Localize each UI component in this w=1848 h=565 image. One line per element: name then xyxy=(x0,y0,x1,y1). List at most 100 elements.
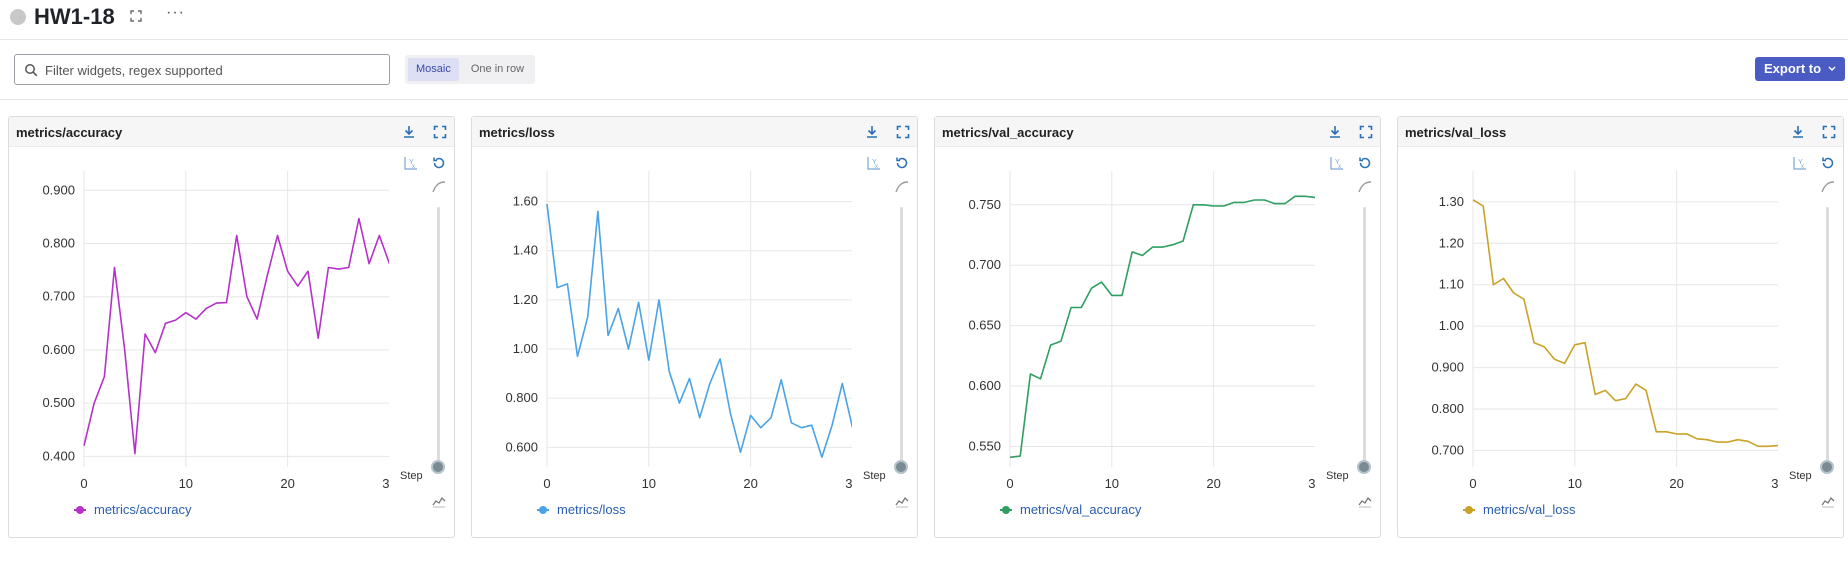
log-scale-icon[interactable]: Yx xyxy=(866,155,882,171)
data-point xyxy=(616,306,620,310)
data-point xyxy=(850,426,852,430)
smoothing-slider-track[interactable] xyxy=(1363,207,1366,462)
data-point xyxy=(1644,388,1648,392)
download-icon[interactable] xyxy=(1790,124,1806,140)
data-point xyxy=(1008,455,1012,459)
svg-text:x: x xyxy=(1338,164,1341,170)
data-point xyxy=(1059,339,1063,343)
series-line xyxy=(83,217,389,455)
maximize-icon[interactable] xyxy=(895,124,911,140)
smoothing-slider-track[interactable] xyxy=(1826,207,1829,462)
x-tick-label: 30 xyxy=(382,476,389,491)
data-point xyxy=(606,334,610,338)
data-point xyxy=(296,284,300,288)
top-bar: HW1-18 ··· xyxy=(0,0,1848,40)
y-tick-label: 0.500 xyxy=(42,395,75,410)
maximize-icon[interactable] xyxy=(1821,124,1837,140)
more-options-button[interactable]: ··· xyxy=(166,4,185,22)
y-tick-label: 1.20 xyxy=(1439,235,1464,250)
download-icon[interactable] xyxy=(864,124,880,140)
data-point xyxy=(245,295,249,299)
data-point xyxy=(810,423,814,427)
chevron-down-icon xyxy=(1828,66,1836,72)
smoothing-slider-track[interactable] xyxy=(900,207,903,462)
x-tick-label: 10 xyxy=(179,476,193,491)
chart-plot-area[interactable]: 0.600 0.800 1.00 1.20 1.40 1.60 0 10 20 30 xyxy=(472,117,852,497)
data-point xyxy=(769,416,773,420)
y-tick-label: 0.600 xyxy=(505,439,538,454)
data-point xyxy=(586,315,590,319)
reset-zoom-icon[interactable] xyxy=(894,155,910,171)
smoothing-icon[interactable] xyxy=(1820,179,1836,195)
data-point xyxy=(1263,198,1267,202)
smoothing-icon[interactable] xyxy=(1357,179,1373,195)
data-point xyxy=(1028,372,1032,376)
chart-legend[interactable]: metrics/val_accuracy xyxy=(1000,502,1141,517)
data-point xyxy=(1512,291,1516,295)
chart-legend[interactable]: metrics/loss xyxy=(537,502,626,517)
smoothing-slider-handle[interactable] xyxy=(894,460,908,474)
x-tick-label: 10 xyxy=(642,476,656,491)
smoothing-slider-track[interactable] xyxy=(437,207,440,462)
chart-legend[interactable]: metrics/val_loss xyxy=(1463,502,1575,517)
data-point xyxy=(316,336,320,340)
data-point xyxy=(698,416,702,420)
toolbar: Mosaic One in row Export to xyxy=(0,40,1848,100)
data-point xyxy=(1201,203,1205,207)
view-option-mosaic[interactable]: Mosaic xyxy=(408,58,459,81)
data-point xyxy=(789,421,793,425)
smoothing-slider-handle[interactable] xyxy=(1820,460,1834,474)
legend-marker xyxy=(537,504,549,516)
x-tick-label: 30 xyxy=(1771,476,1778,491)
maximize-icon[interactable] xyxy=(1358,124,1374,140)
data-point xyxy=(214,301,218,305)
line-chart-icon[interactable] xyxy=(431,493,447,509)
reset-zoom-icon[interactable] xyxy=(431,155,447,171)
x-tick-label: 0 xyxy=(1469,476,1476,491)
download-icon[interactable] xyxy=(401,124,417,140)
data-point xyxy=(1222,204,1226,208)
data-point xyxy=(1181,239,1185,243)
svg-text:x: x xyxy=(412,164,415,170)
fullscreen-icon[interactable] xyxy=(128,8,144,24)
view-option-one-in-row[interactable]: One in row xyxy=(463,58,532,81)
x-tick-label: 10 xyxy=(1568,476,1582,491)
y-tick-label: 1.00 xyxy=(1439,318,1464,333)
data-point xyxy=(688,377,692,381)
data-point xyxy=(1018,454,1022,458)
search-input[interactable] xyxy=(45,58,385,82)
export-button[interactable]: Export to xyxy=(1755,57,1845,81)
log-scale-icon[interactable]: Yx xyxy=(1792,155,1808,171)
log-scale-icon[interactable]: Yx xyxy=(1329,155,1345,171)
smoothing-icon[interactable] xyxy=(894,179,910,195)
log-scale-icon[interactable]: Yx xyxy=(403,155,419,171)
page-title: HW1-18 xyxy=(34,4,115,29)
line-chart-icon[interactable] xyxy=(894,493,910,509)
status-dot xyxy=(10,9,26,25)
line-chart-icon[interactable] xyxy=(1357,493,1373,509)
smoothing-slider-handle[interactable] xyxy=(1357,460,1371,474)
chart-legend[interactable]: metrics/accuracy xyxy=(74,502,192,517)
data-point xyxy=(1522,297,1526,301)
data-point xyxy=(1079,306,1083,310)
data-point xyxy=(1039,377,1043,381)
download-icon[interactable] xyxy=(1327,124,1343,140)
legend-marker xyxy=(1000,504,1012,516)
x-tick-label: 20 xyxy=(1206,476,1220,491)
line-chart-icon[interactable] xyxy=(1820,493,1836,509)
chart-plot-area[interactable]: 0.400 0.500 0.600 0.700 0.800 0.900 0 10 20 30 xyxy=(9,117,389,497)
chart-plot-area[interactable]: 0.700 0.800 0.900 1.00 1.10 1.20 1.30 0 10 20 30 xyxy=(1398,117,1778,497)
smoothing-icon[interactable] xyxy=(431,179,447,195)
smoothing-slider-handle[interactable] xyxy=(431,460,445,474)
data-point xyxy=(194,317,198,321)
data-point xyxy=(1766,444,1770,448)
chart-plot-area[interactable]: 0.550 0.600 0.650 0.700 0.750 0 10 20 30 xyxy=(935,117,1315,497)
reset-zoom-icon[interactable] xyxy=(1820,155,1836,171)
maximize-icon[interactable] xyxy=(432,124,448,140)
data-point xyxy=(1283,202,1287,206)
x-axis-label: Step xyxy=(863,470,886,482)
reset-zoom-icon[interactable] xyxy=(1357,155,1373,171)
data-point xyxy=(337,267,341,271)
series-line xyxy=(1009,195,1315,459)
data-point xyxy=(204,306,208,310)
